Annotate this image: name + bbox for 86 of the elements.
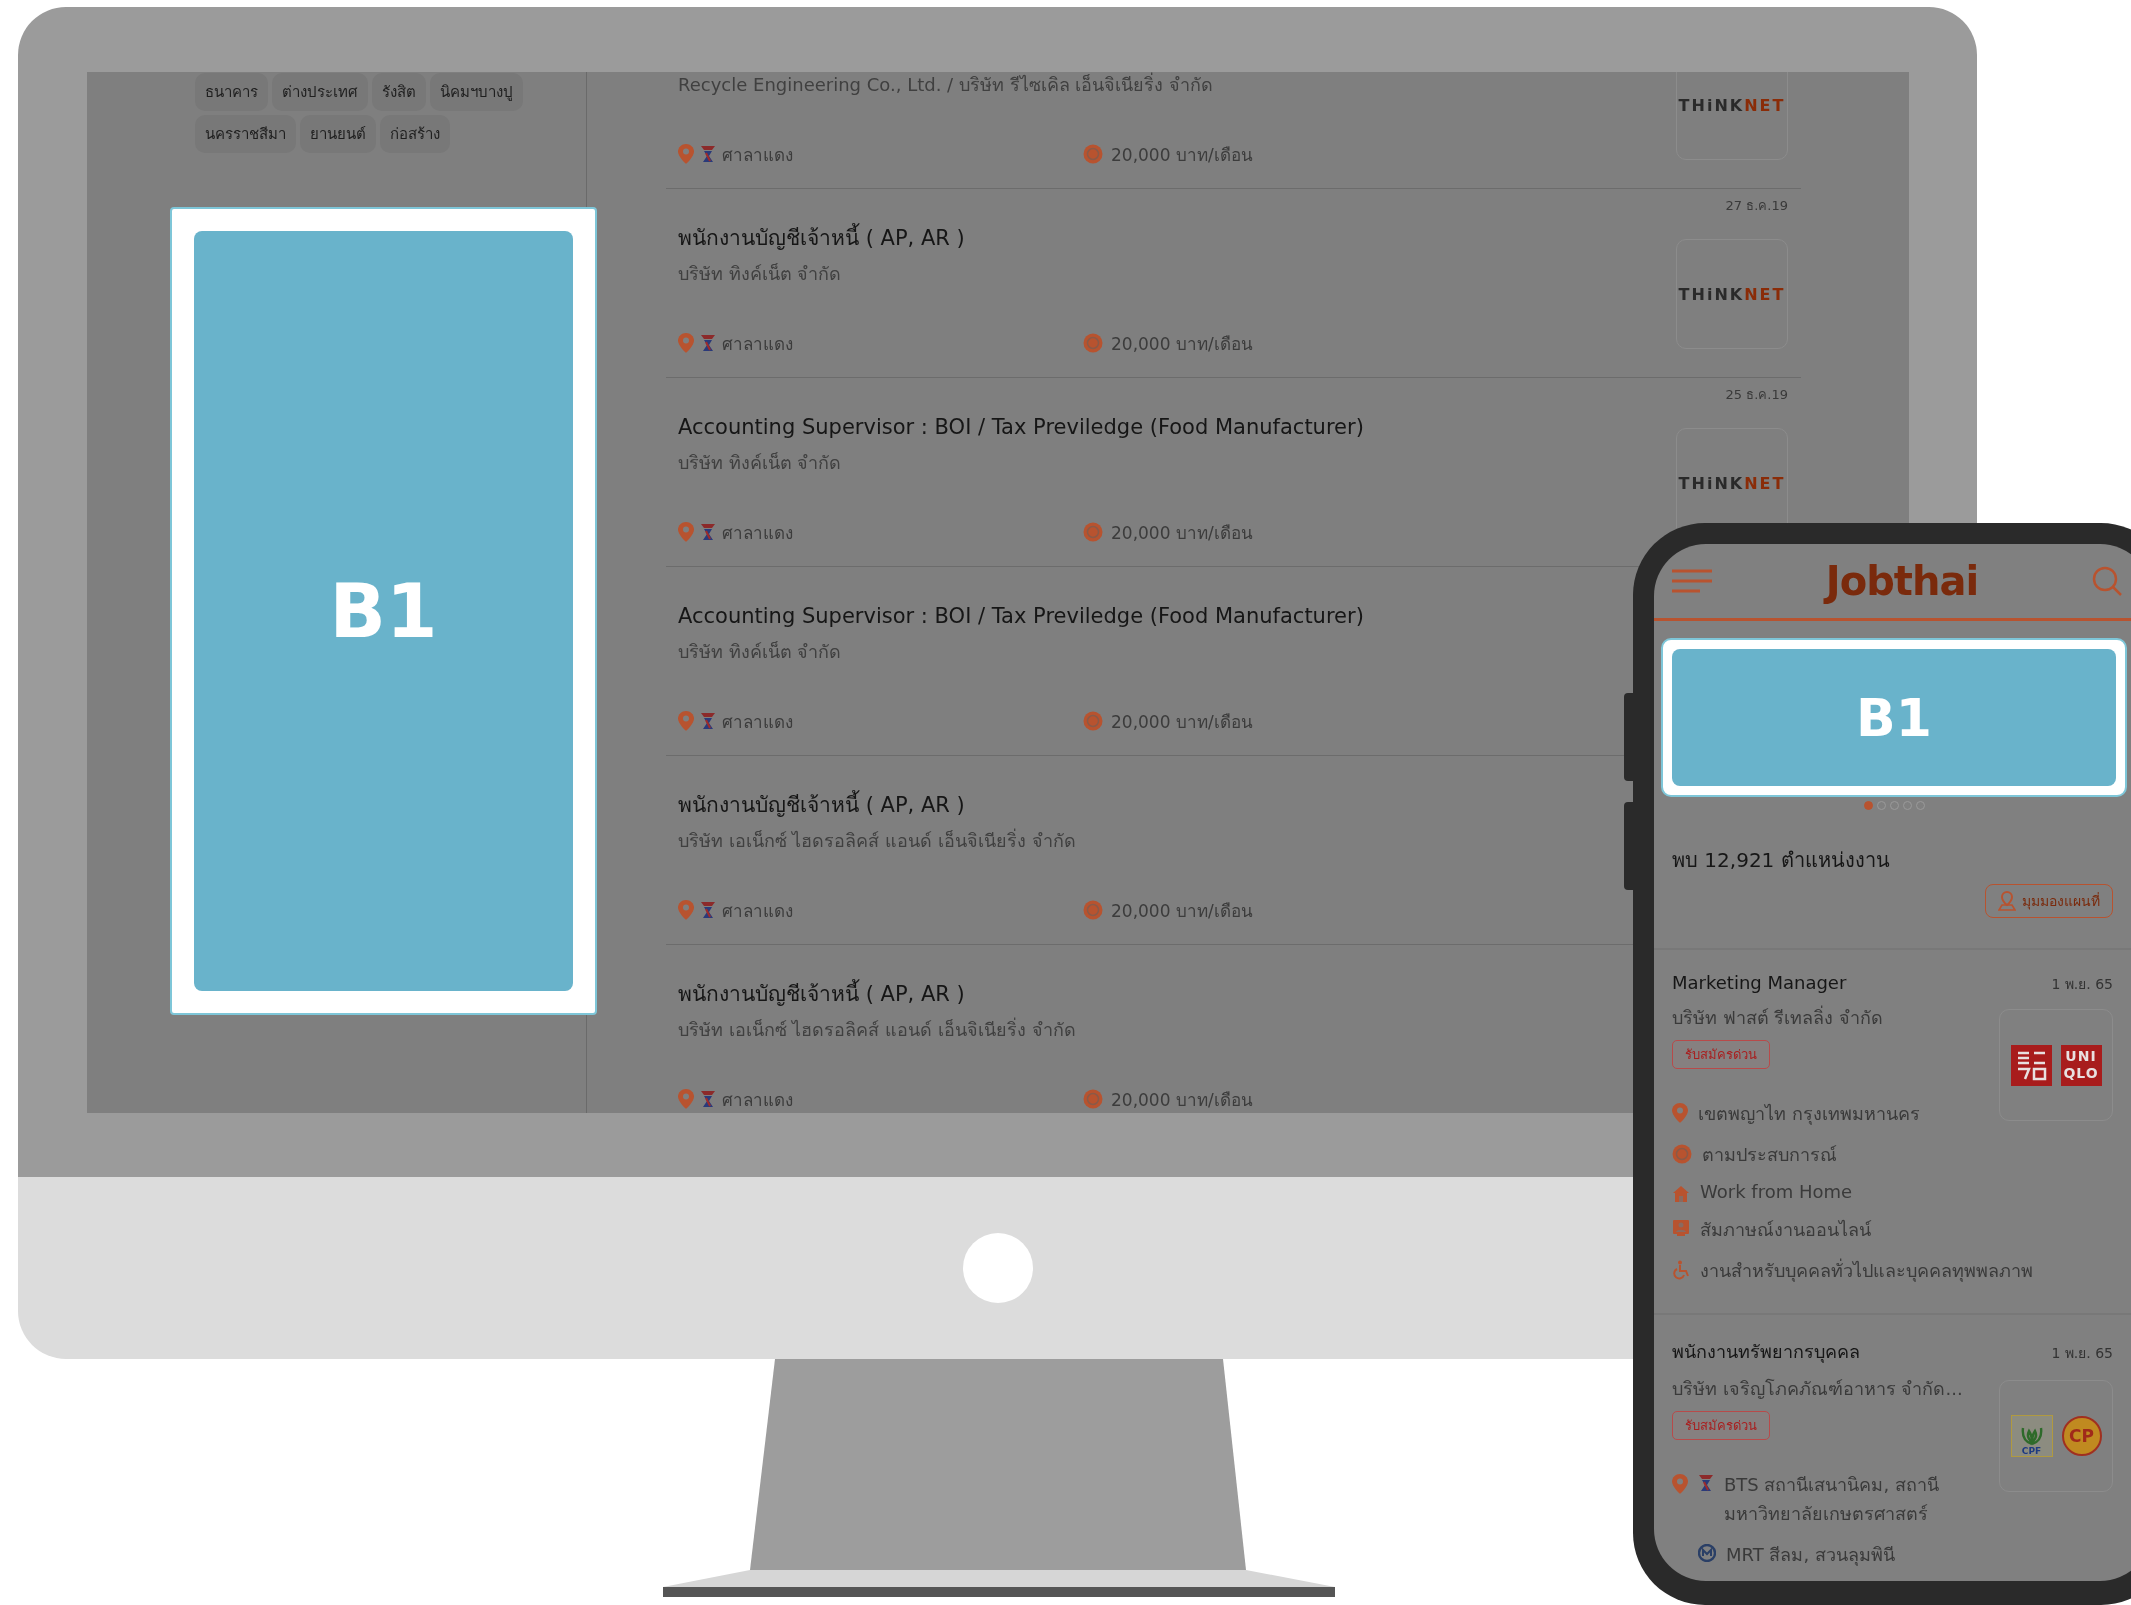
location-text: ศาลาแดง — [722, 332, 793, 356]
urgent-badge: รับสมัครด่วน — [1672, 1411, 1770, 1440]
home-icon — [1672, 1185, 1690, 1203]
salary-text: 20,000 บาท/เดือน — [1111, 332, 1253, 356]
train-station-icon — [700, 1090, 716, 1108]
job-detail: Work from Home — [1700, 1181, 1853, 1202]
train-station-icon — [700, 145, 716, 163]
banner-ad[interactable]: B1 — [1672, 649, 2116, 786]
result-count: พบ 12,921 ตำแหน่งงาน — [1672, 847, 1891, 874]
wheelchair-icon — [1672, 1260, 1690, 1280]
tag-chip[interactable]: ยานยนต์ — [300, 115, 376, 153]
menu-icon[interactable] — [1672, 569, 1712, 593]
job-detail: งานสำหรับบุคคลทั่วไปและบุคคลทุพพลภาพ — [1700, 1257, 2033, 1284]
urgent-badge: รับสมัครด่วน — [1672, 1040, 1770, 1069]
company-logo: CPF — [2010, 1415, 2053, 1457]
company-name: บริษัท ฟาสต์ รีเทลลิ่ง จำกัด — [1672, 1004, 1884, 1030]
tag-chip[interactable]: ธนาคาร — [195, 73, 268, 111]
tag-chip[interactable]: ต่างประเทศ — [272, 73, 368, 111]
job-detail: สัมภาษณ์งานออนไลน์ — [1700, 1218, 1871, 1242]
coin-icon — [1083, 144, 1103, 164]
coin-icon — [1083, 333, 1103, 353]
location-pin-icon — [678, 522, 694, 542]
location-text: ศาลาแดง — [722, 521, 793, 545]
job-title[interactable]: Accounting Supervisor : BOI / Tax Previledge (Food Manufacturer) — [678, 415, 1364, 439]
job-title[interactable]: Accounting Supervisor : BOI / Tax Previledge (Food Manufacturer) — [678, 604, 1364, 628]
train-station-icon — [700, 523, 716, 541]
coin-icon — [1083, 522, 1103, 542]
post-date: 1 พ.ย. 65 — [2051, 975, 2113, 994]
salary-text: 20,000 บาท/เดือน — [1111, 710, 1253, 734]
tag-chip[interactable]: นิคมฯบางปู — [430, 73, 523, 111]
location-text: ศาลาแดง — [722, 899, 793, 923]
job-title[interactable]: พนักงานทรัพยากรบุคคล — [1672, 1337, 1860, 1366]
coin-icon — [1083, 900, 1103, 920]
logo-mark-icon — [2010, 1044, 2052, 1086]
location-text: BTS สถานีเสนานิคม, สถานี มหาวิทยาลัยเกษตรศาสตร์ — [1724, 1473, 1940, 1526]
map-pin-icon — [1998, 891, 2016, 911]
company-logo: CP — [2061, 1416, 2102, 1456]
job-title[interactable]: Marketing Manager — [1672, 972, 1847, 993]
location-pin-icon — [678, 333, 694, 353]
company-name: บริษัท ทิงค์เน็ต จำกัด — [678, 452, 842, 473]
company-name: Recycle Engineering Co., Ltd. / บริษัท รีไซเคิล เอ็นจิเนียริ่ง จำกัด — [678, 74, 1214, 95]
train-station-icon — [700, 334, 716, 352]
company-name: บริษัท ทิงค์เน็ต จำกัด — [678, 263, 842, 284]
train-station-icon — [700, 901, 716, 919]
location-text: ศาลาแดง — [722, 143, 793, 167]
train-station-icon — [700, 712, 716, 730]
company-name: บริษัท เอเน็กซ์ ไฮดรอลิคส์ แอนด์ เอ็นจิเนียริ่ง จำกัด — [678, 830, 1076, 851]
location-text: MRT สีลม, สวนลุมพินี — [1726, 1543, 1895, 1568]
post-date: 25 ธ.ค.19 — [1725, 386, 1788, 404]
company-name: บริษัท ทิงค์เน็ต จำกัด — [678, 641, 842, 662]
brand-logo[interactable]: Jobthai — [1825, 558, 1979, 604]
search-icon[interactable] — [2092, 566, 2122, 596]
location-pin-icon — [1672, 1474, 1688, 1494]
video-call-icon — [1672, 1219, 1690, 1237]
company-name: บริษัท เอเน็กซ์ ไฮดรอลิคส์ แอนด์ เอ็นจิเนียริ่ง จำกัด — [678, 1019, 1076, 1040]
salary-text: 20,000 บาท/เดือน — [1111, 1088, 1253, 1112]
location-pin-icon — [678, 1089, 694, 1109]
location-pin-icon — [678, 900, 694, 920]
coin-icon — [1672, 1144, 1692, 1164]
tag-chip[interactable]: รังสิต — [372, 73, 426, 111]
company-logo: THiNKNET — [1678, 284, 1786, 304]
company-logo: THiNKNET — [1678, 473, 1786, 493]
company-logo: THiNKNET — [1678, 95, 1786, 115]
company-name: บริษัท เจริญโภคภัณฑ์อาหาร จำกัด... — [1672, 1377, 1963, 1401]
post-date: 1 พ.ย. 65 — [2051, 1344, 2113, 1363]
tag-chip[interactable]: นครราชสีมา — [195, 115, 296, 153]
metro-icon — [1698, 1544, 1716, 1562]
salary-text: 20,000 บาท/เดือน — [1111, 899, 1253, 923]
location-pin-icon — [1672, 1103, 1688, 1123]
location-pin-icon — [678, 144, 694, 164]
job-detail: ตามประสบการณ์ — [1702, 1143, 1837, 1167]
tag-chip[interactable]: ก่อสร้าง — [380, 115, 450, 153]
coin-icon — [1083, 711, 1103, 731]
post-date: 27 ธ.ค.19 — [1725, 197, 1788, 215]
company-logo: UNI QLO — [2060, 1044, 2102, 1086]
location-pin-icon — [678, 711, 694, 731]
train-station-icon — [1698, 1474, 1714, 1492]
carousel-dot[interactable] — [1863, 801, 1873, 810]
job-detail: เขตพญาไท กรุงเทพมหานคร — [1698, 1102, 1920, 1127]
salary-text: 20,000 บาท/เดือน — [1111, 143, 1253, 167]
location-text: ศาลาแดง — [722, 710, 793, 734]
map-view-button[interactable]: มุมมองแผนที่ — [1985, 884, 2113, 918]
salary-text: 20,000 บาท/เดือน — [1111, 521, 1253, 545]
banner-ad[interactable]: B1 — [194, 231, 573, 991]
location-text: ศาลาแดง — [722, 1088, 793, 1112]
coin-icon — [1083, 1089, 1103, 1109]
